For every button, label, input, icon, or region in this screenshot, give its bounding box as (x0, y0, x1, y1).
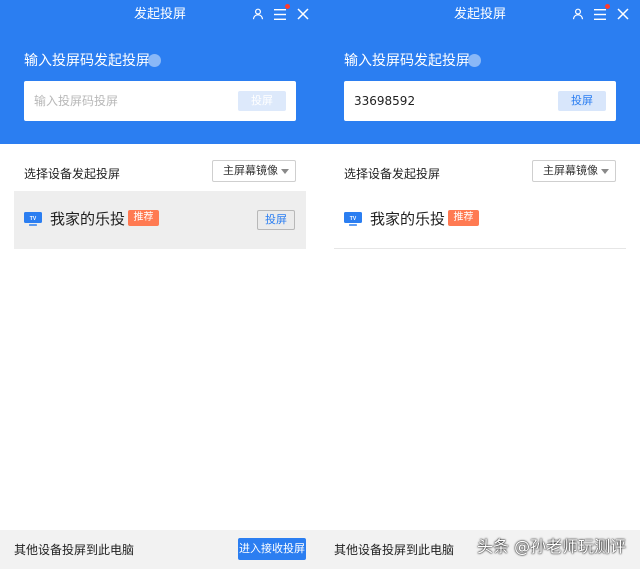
code-input-value[interactable]: 33698592 (354, 92, 415, 110)
mirror-mode-select[interactable]: 主屏幕镜像 (532, 160, 616, 182)
watermark: 头条 @孙老师玩测评 (477, 537, 627, 556)
header-area: 发起投屏 输入投屏码发起投屏 33698592 投屏 (320, 0, 640, 144)
tv-icon-label: TV (30, 216, 37, 222)
device-list-item[interactable]: TV 我家的乐投 推荐 (334, 191, 626, 249)
info-icon[interactable] (148, 54, 161, 67)
notification-dot-icon (605, 4, 610, 9)
device-section-title: 选择设备发起投屏 (344, 167, 441, 181)
recommended-badge: 推荐 (448, 210, 479, 226)
menu-icon[interactable] (274, 8, 288, 21)
cast-code-button[interactable]: 投屏 (238, 91, 286, 111)
chevron-down-icon (281, 169, 289, 174)
recommended-badge: 推荐 (128, 210, 159, 226)
device-list-item[interactable]: TV 我家的乐投 推荐 投屏 (14, 191, 306, 249)
close-icon[interactable] (617, 8, 629, 20)
receive-cast-hint: 其他设备投屏到此电脑 (14, 543, 135, 557)
device-name: 我家的乐投 (370, 210, 446, 228)
window-title: 发起投屏 (133, 7, 186, 22)
footer-bar: 其他设备投屏到此电脑 进入接收投屏 (0, 530, 320, 569)
tv-icon: TV (24, 212, 42, 226)
tv-icon: TV (344, 212, 362, 226)
enter-receive-button[interactable]: 进入接收投屏 (238, 538, 306, 560)
code-section-title: 输入投屏码发起投屏 (24, 53, 150, 69)
right-panel: 发起投屏 输入投屏码发起投屏 33698592 投屏 选择设备发起投屏 主屏幕镜… (320, 0, 640, 569)
notification-dot-icon (285, 4, 290, 9)
mirror-mode-value: 主屏幕镜像 (223, 164, 278, 177)
code-input-box[interactable]: 33698592 投屏 (344, 81, 616, 121)
code-section-title: 输入投屏码发起投屏 (344, 53, 470, 69)
info-icon[interactable] (468, 54, 481, 67)
header-area: 发起投屏 输入投屏码发起投屏 输入投屏码投屏 投屏 (0, 0, 320, 144)
tv-icon-label: TV (350, 216, 357, 222)
device-name: 我家的乐投 (50, 210, 126, 228)
left-panel: 发起投屏 输入投屏码发起投屏 输入投屏码投屏 投屏 选择设备发起投屏 主屏幕镜像… (0, 0, 320, 569)
mirror-mode-select[interactable]: 主屏幕镜像 (212, 160, 296, 182)
user-icon[interactable] (252, 8, 264, 20)
device-section-title: 选择设备发起投屏 (24, 167, 121, 181)
code-input-placeholder[interactable]: 输入投屏码投屏 (34, 92, 118, 110)
cast-device-button[interactable]: 投屏 (257, 210, 295, 230)
user-icon[interactable] (572, 8, 584, 20)
receive-cast-hint: 其他设备投屏到此电脑 (334, 543, 455, 557)
code-input-box[interactable]: 输入投屏码投屏 投屏 (24, 81, 296, 121)
close-icon[interactable] (297, 8, 309, 20)
mirror-mode-value: 主屏幕镜像 (543, 164, 598, 177)
window-title: 发起投屏 (453, 7, 506, 22)
chevron-down-icon (601, 169, 609, 174)
menu-icon[interactable] (594, 8, 608, 21)
cast-code-button[interactable]: 投屏 (558, 91, 606, 111)
